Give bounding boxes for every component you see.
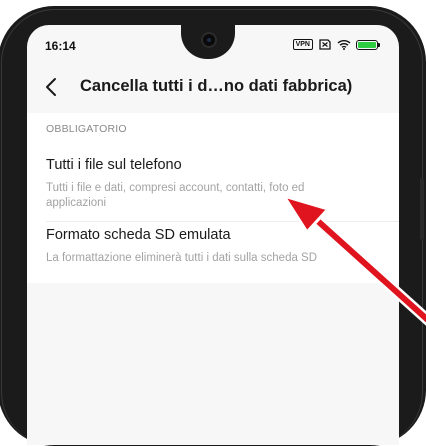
battery-level-fill	[358, 41, 376, 48]
toolbar: Cancella tutti i d…no dati fabbrica)	[27, 67, 399, 107]
list-item-all-phone-files[interactable]: Tutti i file sul telefono Tutti i file e…	[27, 153, 399, 221]
list-item-emulated-sd-format[interactable]: Formato scheda SD emulata La formattazio…	[27, 223, 399, 281]
list-item-description: Tutti i file e dati, compresi account, c…	[46, 182, 305, 209]
phone-screen: 16:14 VPN Cancella tutti i d…no dati fab…	[27, 25, 399, 445]
battery-icon	[356, 39, 380, 50]
divider	[46, 221, 399, 222]
page-title: Cancella tutti i d…no dati fabbrica)	[80, 77, 353, 95]
front-camera	[201, 32, 217, 48]
vpn-icon: VPN	[292, 39, 313, 50]
phone-side-button	[420, 178, 424, 240]
status-time: 16:14	[45, 39, 76, 53]
section-header: OBBLIGATORIO	[46, 123, 127, 135]
status-icons: VPN	[292, 39, 380, 50]
list-item-title: Tutti i file sul telefono	[46, 157, 182, 173]
options-card: OBBLIGATORIO Tutti i file sul telefono T…	[27, 113, 399, 283]
no-sim-icon	[319, 39, 331, 50]
list-item-description: La formattazione eliminerà tutti i dati …	[46, 252, 318, 264]
wifi-icon	[337, 40, 351, 50]
back-arrow-icon[interactable]	[41, 75, 63, 99]
list-item-title: Formato scheda SD emulata	[46, 227, 231, 243]
